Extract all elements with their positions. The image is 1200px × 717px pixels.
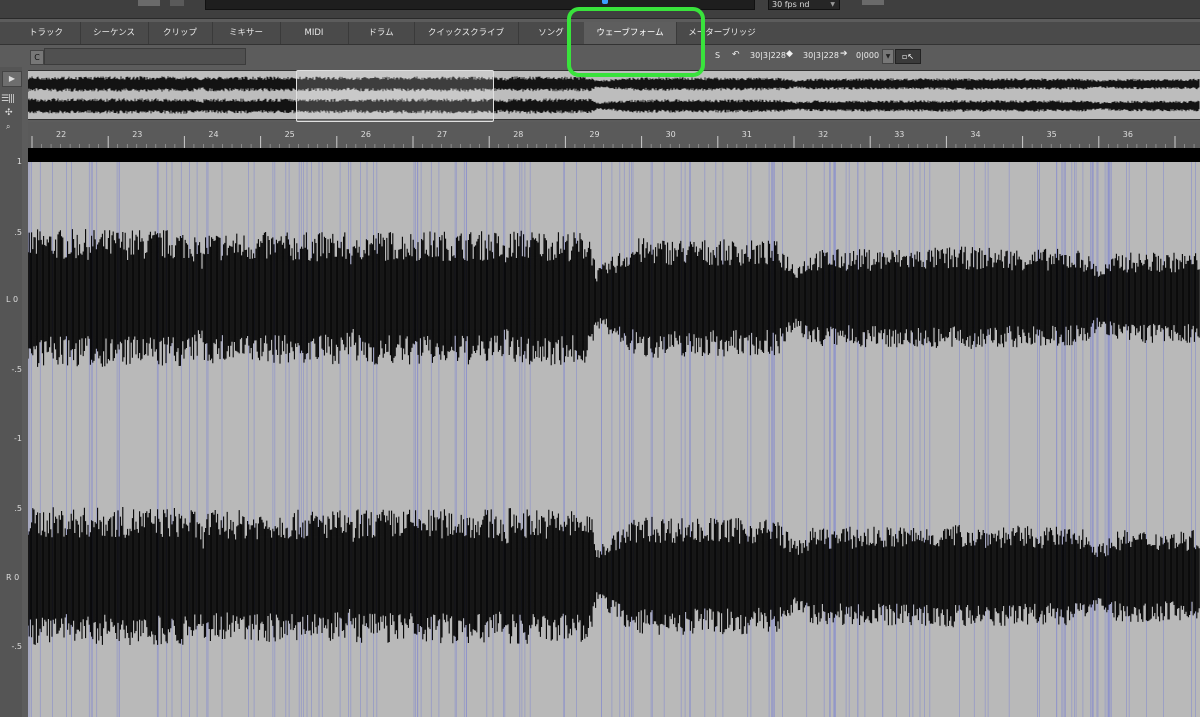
ruler-bar-label: 28 [513, 130, 524, 139]
selection-start[interactable]: 30|3|228 [750, 51, 786, 60]
play-icon[interactable]: ▶ [2, 71, 22, 87]
ruler-bar-label: 29 [589, 130, 600, 139]
waveform-display [28, 162, 1200, 717]
arrow-right-icon: ➔ [840, 49, 848, 59]
move-icon[interactable]: ✣ [5, 108, 13, 118]
transport-button-small[interactable] [170, 0, 184, 6]
ruler-bar-label: 23 [132, 130, 143, 139]
axis-label: L 0 [6, 295, 19, 304]
axis-label: -.5 [11, 365, 22, 374]
list-icon[interactable]: ☰||| [1, 94, 15, 104]
tab-midi[interactable]: MIDI [280, 22, 349, 44]
waveform-overview[interactable] [28, 70, 1200, 120]
tab-tracks[interactable]: トラック [12, 22, 81, 44]
ruler-bar-label: 36 [1122, 130, 1133, 139]
ruler-bar-label: 24 [208, 130, 219, 139]
waveform-editor[interactable] [28, 162, 1200, 717]
ruler-bar-label: 27 [437, 130, 448, 139]
tab-clips[interactable]: クリップ [148, 22, 213, 44]
ruler-bar-label: 32 [818, 130, 829, 139]
frame-rate-select[interactable]: 30 fps nd ▼ [768, 0, 840, 10]
selection-end[interactable]: 30|3|228 [803, 51, 839, 60]
ruler-bar-label: 25 [284, 130, 295, 139]
counter-indicator-icon [602, 0, 608, 4]
frame-rate-value: 30 fps nd [772, 0, 810, 9]
overview-visible-range[interactable] [296, 70, 494, 122]
zoom-icon[interactable]: ⌕ [6, 122, 10, 132]
axis-label: -.5 [11, 642, 22, 651]
axis-label: .5 [14, 504, 22, 513]
selection-length[interactable]: 0|000 [856, 51, 879, 60]
ruler-bar-label: 35 [1046, 130, 1057, 139]
chevron-down-icon: ▼ [830, 1, 835, 8]
tab-mixer[interactable]: ミキサー [212, 22, 281, 44]
ruler-bar-label: 30 [665, 130, 676, 139]
ruler-bar-label: 34 [970, 130, 981, 139]
overview-waveform [28, 76, 1200, 114]
s-button[interactable]: S [715, 51, 720, 60]
ruler-bar-label: 26 [360, 130, 371, 139]
region-header-bar[interactable] [28, 148, 1200, 162]
counter-display [205, 0, 755, 10]
window-tab-bar: トラック シーケンス クリップ ミキサー MIDI ドラム クイックスクライブ … [0, 22, 1200, 45]
ruler-bar-label: 33 [894, 130, 905, 139]
tab-waveform[interactable]: ウェーブフォーム [584, 22, 677, 44]
ruler-ticks [31, 136, 1195, 148]
pointer-tool-icon[interactable]: ▫↖ [895, 49, 921, 64]
tab-drum[interactable]: ドラム [348, 22, 415, 44]
chevron-down-icon[interactable]: ▼ [882, 49, 894, 64]
axis-label: .5 [14, 228, 22, 237]
c-button[interactable]: C [30, 50, 44, 65]
axis-label: R 0 [6, 573, 20, 582]
undo-icon[interactable]: ↶ [732, 50, 740, 60]
tab-quickscribe[interactable]: クイックスクライブ [414, 22, 519, 44]
ruler-bar-label: 22 [56, 130, 67, 139]
timeline-ruler[interactable] [28, 122, 1200, 148]
tab-meter-bridge[interactable]: メーターブリッジ [676, 22, 768, 44]
arrow-left-icon: ◆ [786, 49, 793, 59]
axis-label: -1 [14, 434, 22, 443]
transport-button[interactable] [138, 0, 160, 6]
soundbite-name-field[interactable] [44, 48, 246, 65]
tab-sequence[interactable]: シーケンス [80, 22, 149, 44]
tab-song[interactable]: ソング [518, 22, 585, 44]
axis-label: 1 [16, 157, 22, 166]
ruler-bar-label: 31 [741, 130, 752, 139]
transport-button-right[interactable] [862, 0, 884, 5]
